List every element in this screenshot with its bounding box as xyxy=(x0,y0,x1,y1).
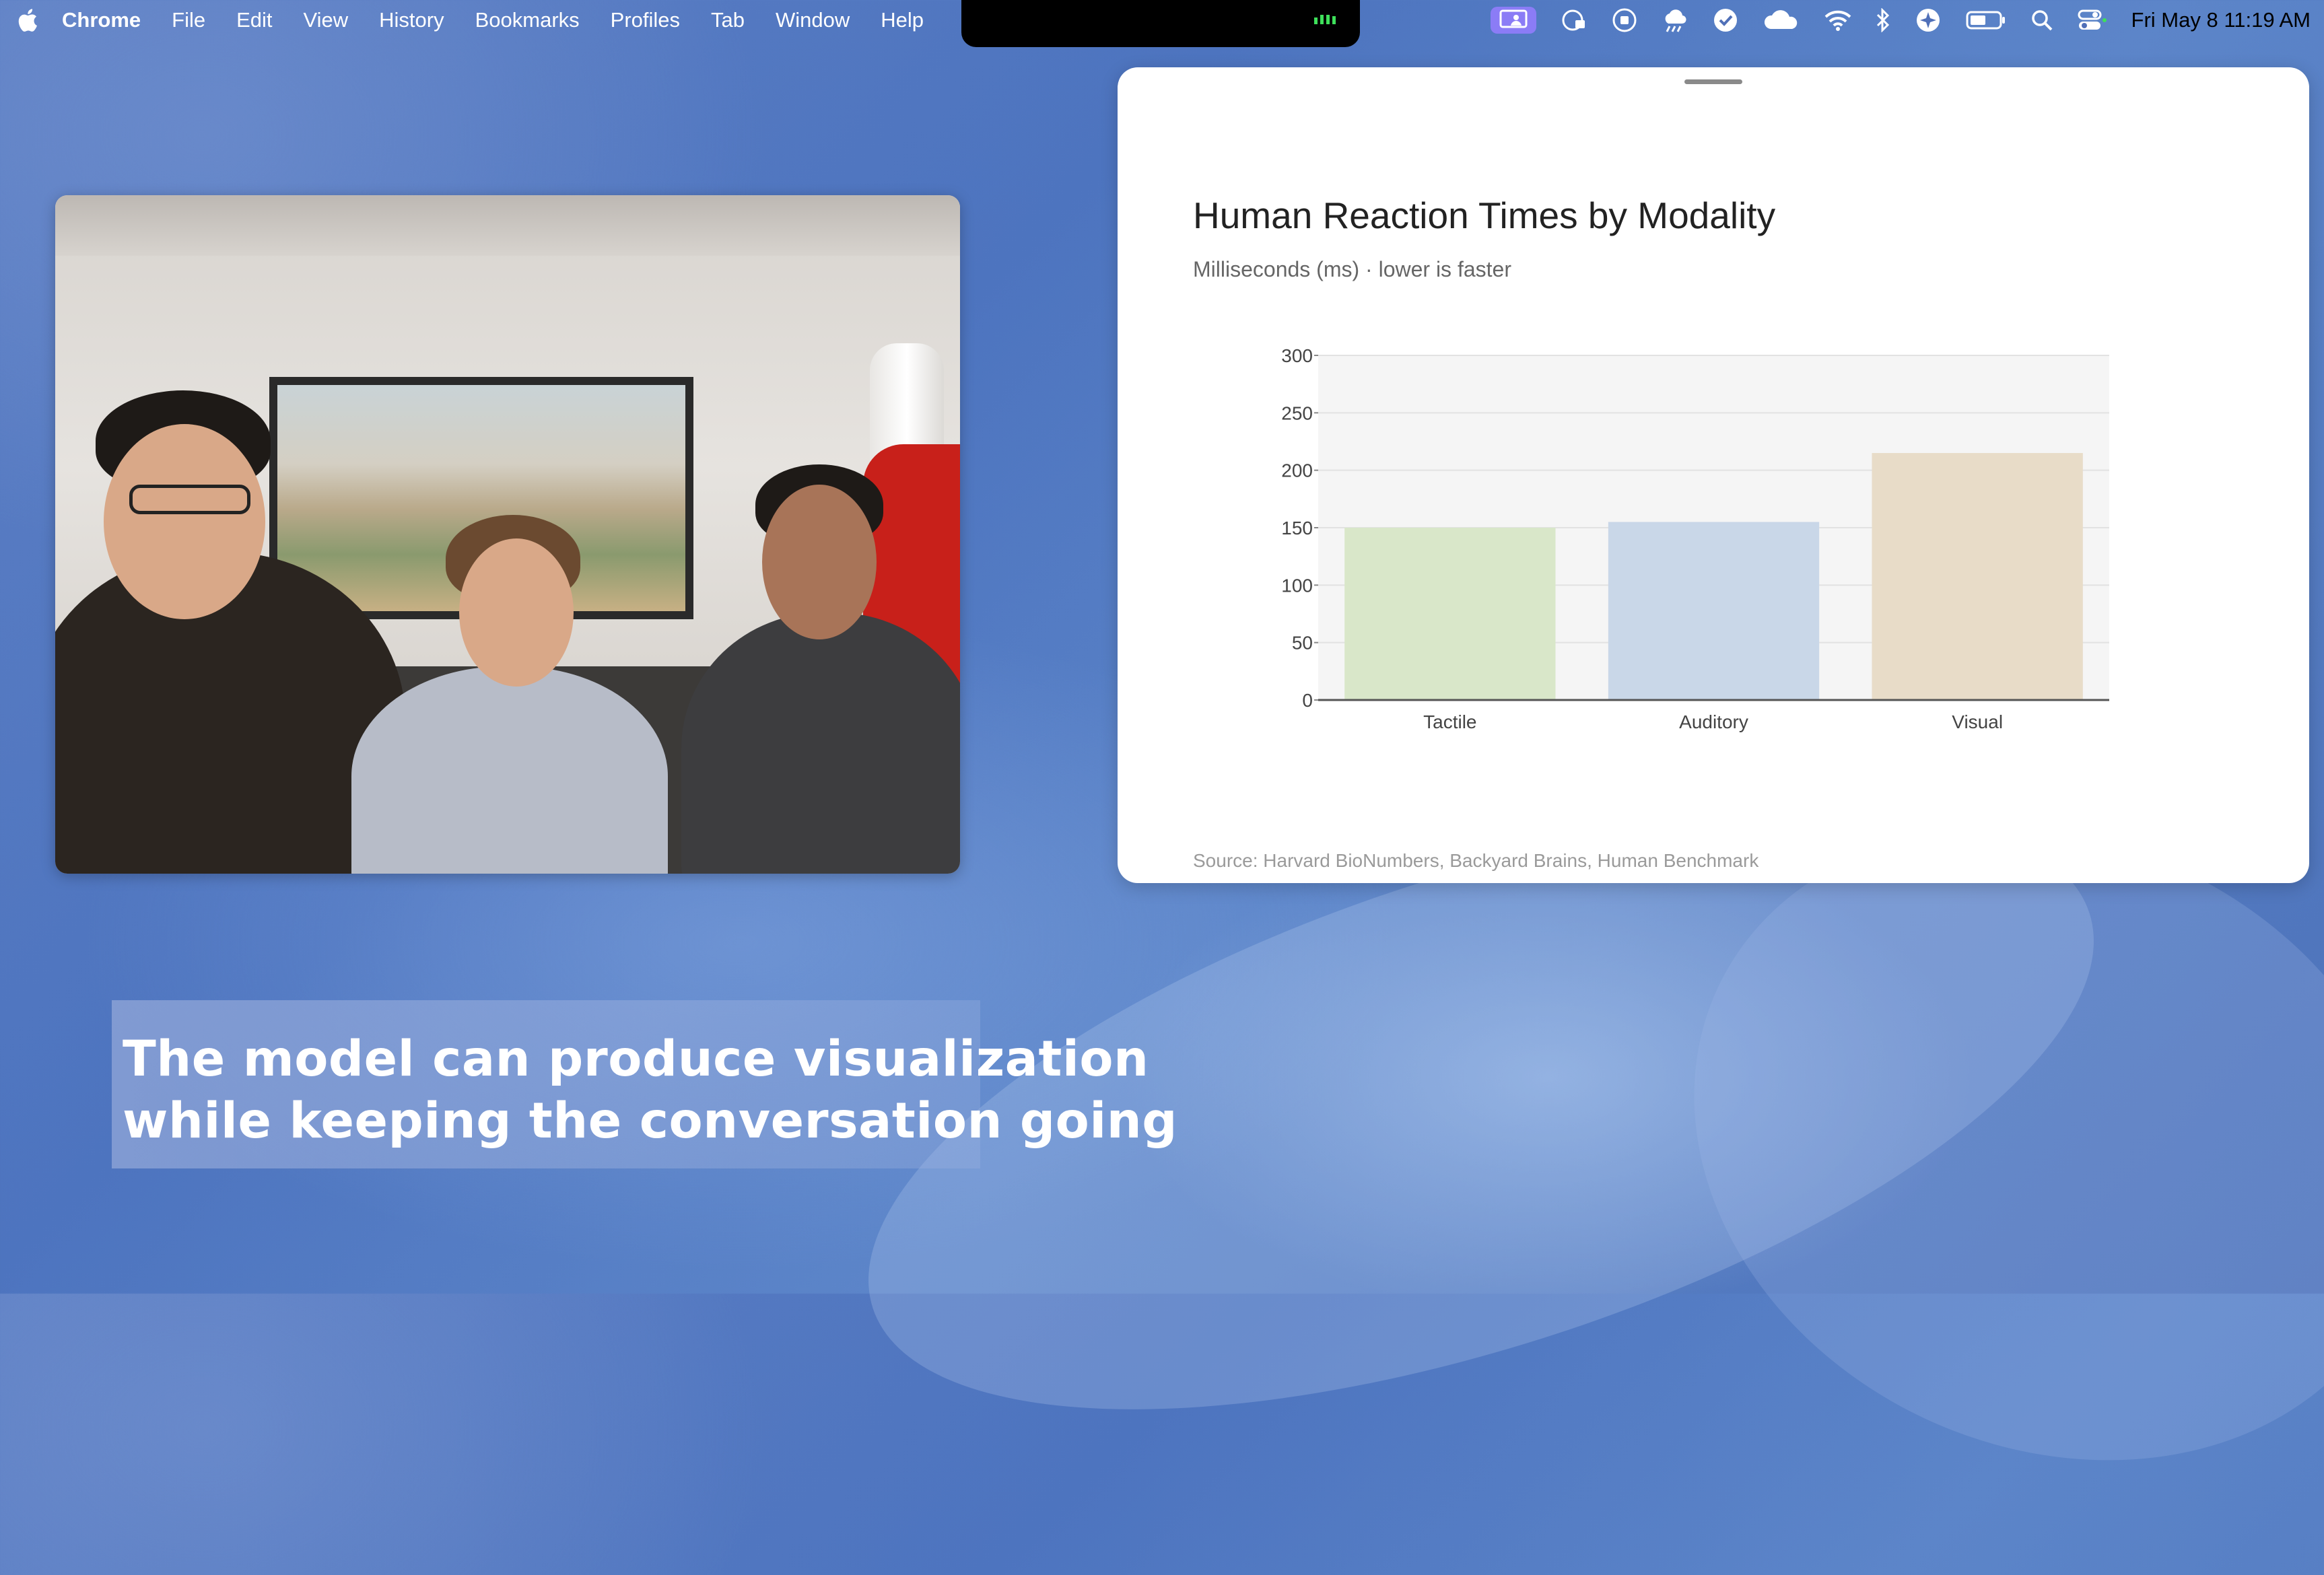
y-tick-label: 250 xyxy=(1281,403,1313,423)
caption-line-1: The model can produce visualization xyxy=(123,1030,1149,1088)
apple-logo-icon[interactable] xyxy=(18,9,38,32)
caption-line-2: while keeping the conversation going xyxy=(123,1092,1178,1150)
menu-edit[interactable]: Edit xyxy=(236,8,272,32)
check-icon[interactable] xyxy=(1713,7,1738,34)
assistant-icon[interactable] xyxy=(1915,7,1942,34)
bar-tactile xyxy=(1344,528,1556,700)
menu-help[interactable]: Help xyxy=(881,8,924,32)
x-tick-label: Tactile xyxy=(1423,711,1476,732)
person-middle-head xyxy=(459,538,574,687)
password-icon[interactable] xyxy=(1561,7,1587,34)
record-icon[interactable] xyxy=(1612,7,1637,34)
x-tick-label: Auditory xyxy=(1679,711,1748,732)
audio-level-icon xyxy=(1314,15,1336,24)
menu-file[interactable]: File xyxy=(172,8,205,32)
bar-visual xyxy=(1872,453,2083,700)
menu-history[interactable]: History xyxy=(379,8,444,32)
menu-bookmarks[interactable]: Bookmarks xyxy=(475,8,580,32)
person-middle xyxy=(351,666,668,874)
control-center-icon[interactable] xyxy=(2078,7,2107,34)
bar-auditory xyxy=(1608,522,1820,700)
x-tick-label: Visual xyxy=(1952,711,2003,732)
y-tick-label: 100 xyxy=(1281,575,1313,596)
caption-overlay: The model can produce visualization whil… xyxy=(112,1000,1178,1168)
wifi-icon[interactable] xyxy=(1824,7,1851,34)
camera-notch xyxy=(961,0,1360,47)
menu-profiles[interactable]: Profiles xyxy=(611,8,680,32)
video-ceiling xyxy=(55,195,960,256)
person-right-head xyxy=(762,485,877,639)
y-tick-label: 300 xyxy=(1281,345,1313,366)
status-area: Fri May 8 11:19 AM xyxy=(1490,0,2311,40)
cloud-icon[interactable] xyxy=(1763,7,1800,34)
person-right xyxy=(681,612,960,874)
y-tick-label: 200 xyxy=(1281,460,1313,481)
menu-app-chrome[interactable]: Chrome xyxy=(62,8,141,32)
cloud-app-icon[interactable] xyxy=(1662,7,1688,34)
menu-clock[interactable]: Fri May 8 11:19 AM xyxy=(2131,8,2311,32)
y-tick-label: 0 xyxy=(1302,690,1313,711)
bar-chart: 0 50 100 150 200 250 300 Tactile Auditory Visual xyxy=(1281,345,2109,732)
y-tick-label: 50 xyxy=(1292,633,1313,654)
menu-view[interactable]: View xyxy=(304,8,349,32)
y-tick-label: 150 xyxy=(1281,518,1313,538)
menu-tab[interactable]: Tab xyxy=(711,8,745,32)
person-left-glasses xyxy=(129,485,250,514)
chart-source: Source: Harvard BioNumbers, Backyard Bra… xyxy=(1193,850,1759,871)
screen-share-icon[interactable] xyxy=(1490,7,1536,34)
battery-icon[interactable] xyxy=(1966,7,2006,34)
video-feed xyxy=(55,195,960,874)
chart-card: Human Reaction Times by Modality Millise… xyxy=(1118,67,2309,883)
menu-window[interactable]: Window xyxy=(776,8,850,32)
bluetooth-icon[interactable] xyxy=(1876,7,1890,34)
search-icon[interactable] xyxy=(2030,7,2053,34)
person-left-head xyxy=(104,424,265,619)
